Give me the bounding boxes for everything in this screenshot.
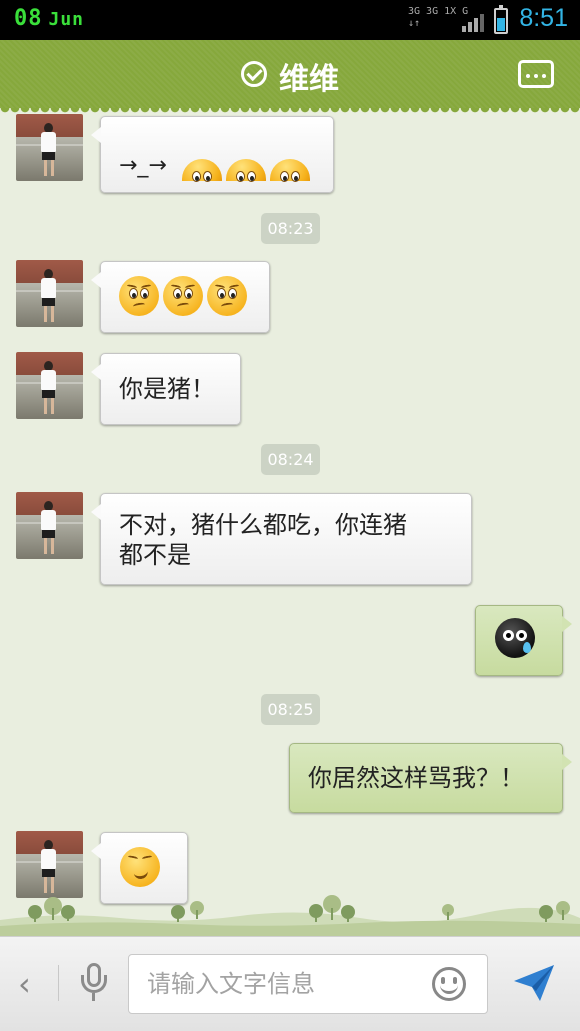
check-circle-icon	[241, 61, 267, 87]
bored-face-icon	[269, 159, 310, 182]
contact-avatar[interactable]	[16, 114, 83, 181]
message-bubble-outgoing[interactable]	[475, 605, 572, 676]
smiley-icon[interactable]	[432, 967, 466, 1001]
contact-avatar[interactable]	[16, 492, 83, 559]
status-bar: 08 Jun 3G 3G 1X G ↓↑ 8:51	[0, 0, 580, 40]
message-text-line: 不对，猪什么都吃，你连猪	[119, 511, 407, 539]
status-time: 8:51	[519, 4, 568, 32]
message-list[interactable]: →_→ 08:23 你是猪！ 08:24 不对，猪什么都吃，你连猪 都不是 08…	[0, 108, 580, 936]
message-bubble[interactable]: →_→	[91, 116, 334, 193]
crying-bomb-icon	[495, 618, 535, 658]
more-options-button[interactable]	[518, 60, 554, 88]
message-bubble-outgoing[interactable]: 你居然这样骂我？！	[289, 743, 572, 813]
contact-avatar[interactable]	[16, 352, 83, 419]
message-bubble[interactable]: 你是猪！	[91, 353, 241, 425]
network-types: 3G 3G 1X G	[408, 6, 469, 17]
message-bubble[interactable]	[91, 261, 270, 333]
timestamp: 08:23	[261, 213, 320, 244]
puzzled-face-icon	[207, 276, 247, 316]
message-bubble[interactable]: 不对，猪什么都吃，你连猪 都不是	[91, 493, 472, 585]
chevron-left-icon[interactable]: ‹	[18, 965, 31, 1003]
status-month: Jun	[48, 9, 85, 30]
contact-avatar[interactable]	[16, 260, 83, 327]
message-text: →_→	[119, 153, 167, 178]
chat-title: 维维	[279, 62, 339, 97]
more-icon	[526, 74, 530, 78]
status-day: 08	[14, 6, 43, 31]
puzzled-face-icon	[163, 276, 203, 316]
send-icon[interactable]	[512, 961, 556, 1005]
chat-header: 维维	[0, 40, 580, 114]
landscape-decoration	[0, 895, 580, 936]
message-text-line: 都不是	[119, 541, 191, 569]
battery-icon	[494, 5, 508, 34]
network-activity: ↓↑	[408, 18, 421, 29]
puzzled-face-icon	[119, 276, 159, 316]
status-date: 08 Jun	[14, 6, 84, 31]
laughing-face-icon	[120, 847, 160, 887]
timestamp: 08:24	[261, 444, 320, 475]
signal-icon	[462, 12, 484, 32]
contact-avatar[interactable]	[16, 831, 83, 898]
timestamp: 08:25	[261, 694, 320, 725]
microphone-icon[interactable]	[80, 963, 108, 1003]
input-bar: ‹	[0, 936, 580, 1031]
message-text: 你是猪！	[119, 375, 215, 403]
bored-face-icon	[181, 159, 222, 182]
chat-title-wrap[interactable]: 维维	[0, 54, 580, 98]
divider	[58, 965, 59, 1001]
message-text: 你居然这样骂我？！	[308, 764, 524, 792]
bored-face-icon	[225, 159, 266, 182]
network-indicator: 3G 3G 1X G ↓↑	[408, 6, 468, 30]
